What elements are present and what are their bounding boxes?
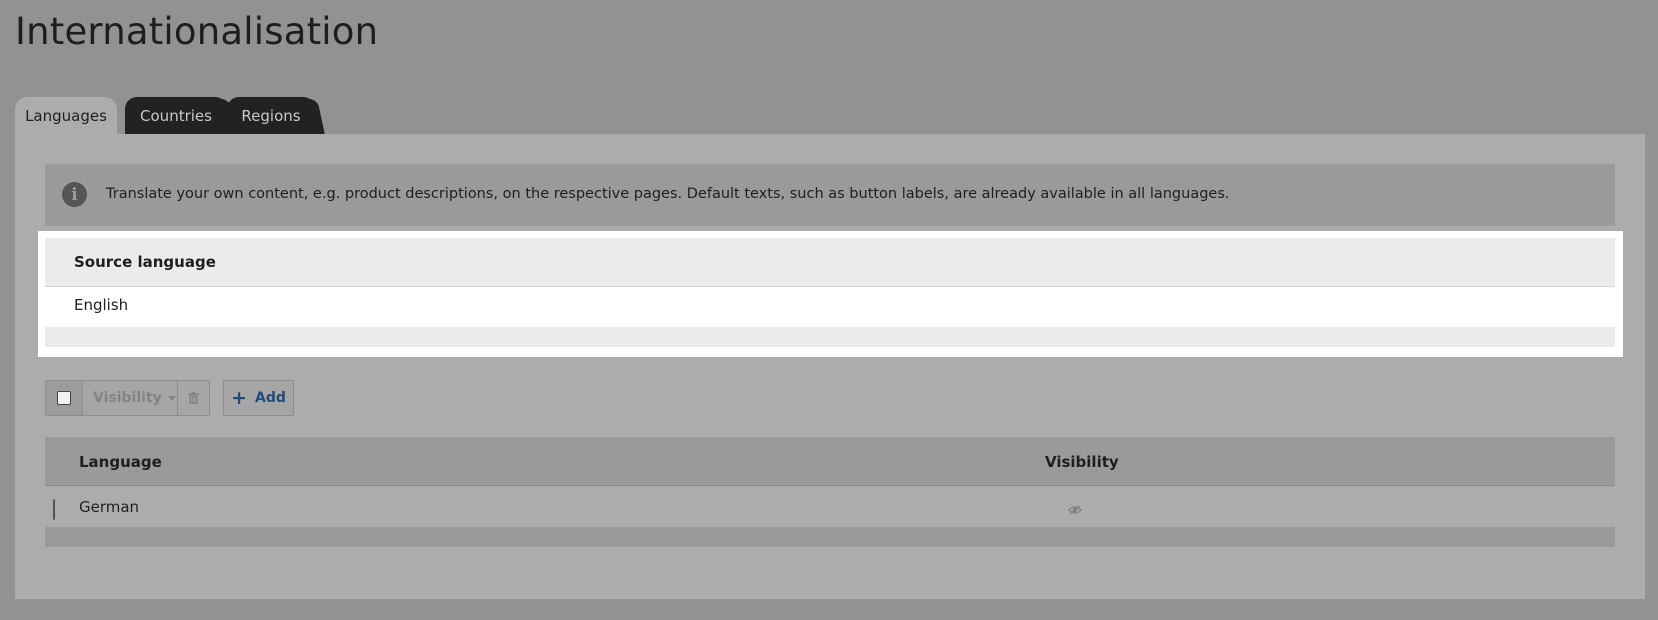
- source-language-value: English: [74, 296, 129, 314]
- languages-table: Language Visibility German: [45, 437, 1615, 547]
- source-language-header: Source language: [45, 238, 1615, 287]
- caret-down-icon: [167, 395, 176, 401]
- column-header-visibility: Visibility: [1045, 453, 1119, 471]
- table-row: German: [45, 486, 1615, 527]
- tab-countries[interactable]: Countries: [125, 97, 227, 134]
- column-header-language: Language: [79, 453, 162, 471]
- languages-panel: i Translate your own content, e.g. produ…: [15, 134, 1645, 599]
- checkbox-box: [53, 499, 55, 520]
- tab-regions[interactable]: Regions: [227, 97, 315, 134]
- language-name: German: [79, 498, 140, 516]
- info-icon: i: [62, 182, 87, 207]
- table-header: Language Visibility: [45, 437, 1615, 486]
- source-language-card: Source language English: [38, 231, 1623, 357]
- tab-languages[interactable]: Languages: [15, 97, 117, 134]
- visibility-toggle[interactable]: [1068, 500, 1082, 519]
- table-footer: [45, 527, 1615, 547]
- page-title: Internationalisation: [15, 10, 379, 53]
- eye-icon: [1068, 505, 1082, 515]
- add-button-label: Add: [255, 390, 286, 406]
- checkbox-box: [57, 391, 71, 405]
- select-all-checkbox[interactable]: [46, 381, 83, 415]
- tab-regions-label: Regions: [241, 106, 301, 125]
- visibility-dropdown-button[interactable]: Visibility: [83, 381, 178, 415]
- info-box: i Translate your own content, e.g. produ…: [45, 164, 1615, 226]
- add-language-button[interactable]: + Add: [223, 380, 294, 416]
- info-text: Translate your own content, e.g. product…: [106, 186, 1230, 202]
- tab-bar: Languages Countries Regions: [15, 97, 415, 134]
- source-language-footer: [45, 327, 1615, 347]
- row-checkbox[interactable]: [53, 499, 55, 520]
- trash-icon: [188, 392, 199, 404]
- bulk-actions-group: Visibility: [45, 380, 210, 416]
- visibility-dropdown-label: Visibility: [93, 390, 162, 406]
- plus-icon: +: [231, 386, 248, 409]
- tab-countries-label: Countries: [140, 106, 212, 125]
- delete-button[interactable]: [178, 381, 209, 415]
- source-language-heading: Source language: [74, 253, 216, 271]
